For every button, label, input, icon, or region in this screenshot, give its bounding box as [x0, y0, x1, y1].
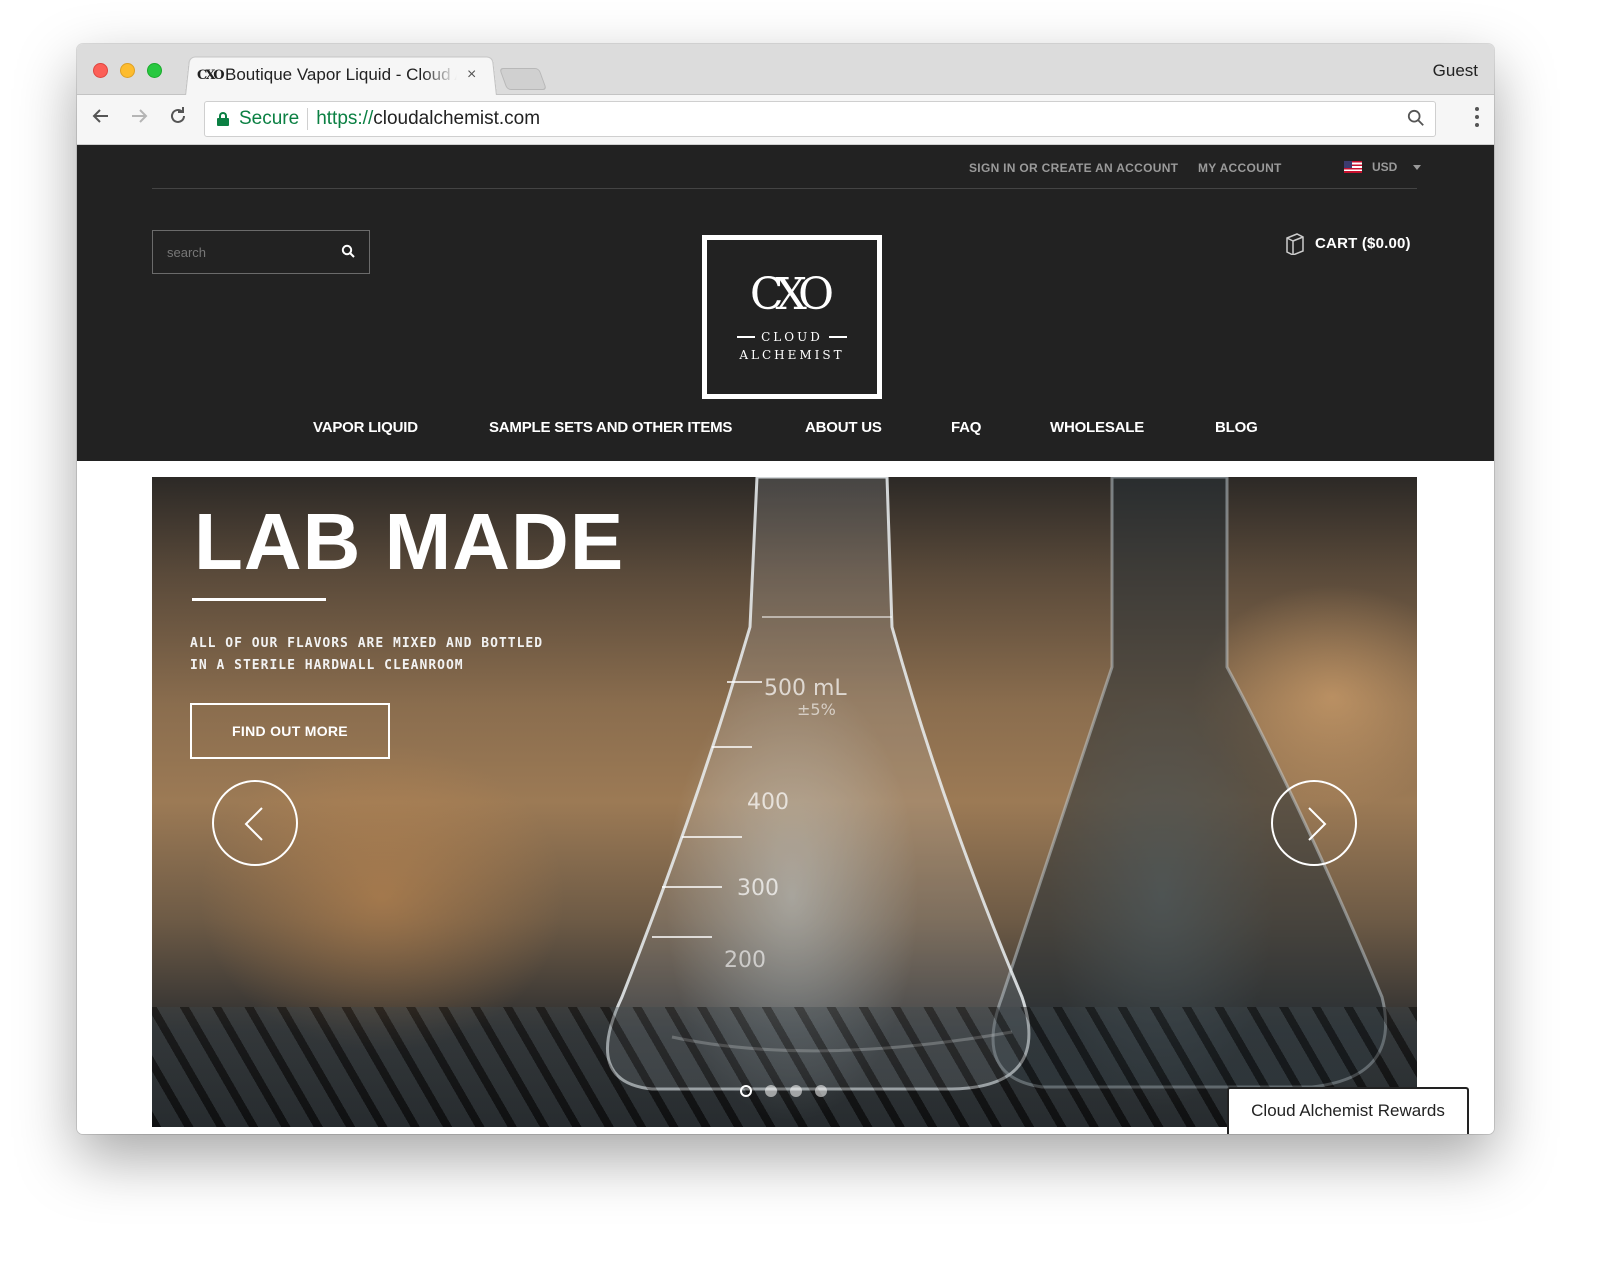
lock-icon — [217, 112, 229, 126]
browser-toolbar: Secure https:// cloudalchemist.com — [77, 95, 1494, 145]
chevron-right-icon — [1308, 807, 1327, 841]
nav-item-wholesale[interactable]: WHOLESALE — [1050, 419, 1144, 436]
hero-subtitle-line-2: IN A STERILE HARDWALL CLEANROOM — [190, 658, 464, 673]
site-logo[interactable]: CXO CLOUD ALCHEMIST — [702, 235, 882, 399]
nav-item-sample-sets[interactable]: SAMPLE SETS AND OTHER ITEMS — [489, 419, 732, 436]
flask-mark-tolerance: ±5% — [797, 700, 836, 719]
reload-icon — [171, 107, 185, 123]
website: SIGN IN OR CREATE AN ACCOUNT MY ACCOUNT … — [77, 145, 1494, 1134]
forward-arrow-icon — [132, 109, 148, 123]
logo-text-cloud: CLOUD — [761, 330, 823, 344]
url-host: cloudalchemist.com — [373, 108, 541, 129]
close-window-button[interactable] — [93, 63, 108, 78]
profile-guest[interactable]: Guest — [1433, 61, 1478, 81]
my-account-link[interactable]: MY ACCOUNT — [1198, 161, 1282, 175]
url-scheme: https:// — [316, 108, 374, 129]
slider-dot-2[interactable] — [765, 1085, 777, 1097]
hero-title: LAB MADE — [194, 497, 625, 586]
chevron-down-icon — [1413, 164, 1422, 170]
main-nav: VAPOR LIQUID SAMPLE SETS AND OTHER ITEMS… — [77, 419, 1494, 443]
slider-dots — [740, 1085, 840, 1097]
logo-text-alchemist: ALCHEMIST — [739, 348, 845, 362]
browser-menu-icon[interactable] — [1474, 107, 1480, 131]
slider-dot-4[interactable] — [815, 1085, 827, 1097]
rewards-widget-button[interactable]: Cloud Alchemist Rewards — [1227, 1087, 1469, 1134]
flask-mark-300: 300 — [737, 876, 779, 901]
zoom-icon[interactable] — [1407, 109, 1425, 127]
tab-strip: CXO Boutique Vapor Liquid - Cloud Alchem… — [77, 44, 1494, 96]
hero-subtitle: ALL OF OUR FLAVORS ARE MIXED AND BOTTLED… — [190, 633, 543, 677]
us-flag-icon — [1344, 161, 1362, 173]
shopping-bag-icon — [1286, 233, 1304, 255]
flask-mark-500ml: 500 mL — [764, 676, 847, 701]
nav-item-about-us[interactable]: ABOUT US — [805, 419, 882, 436]
address-bar[interactable]: Secure https:// cloudalchemist.com — [204, 101, 1436, 137]
site-favicon-icon: CXO — [197, 67, 225, 83]
secure-label: Secure — [239, 108, 300, 129]
maximize-window-button[interactable] — [147, 63, 162, 78]
address-separator — [307, 108, 309, 130]
forward-button[interactable] — [125, 106, 153, 132]
currency-label: USD — [1372, 160, 1398, 174]
hero-subtitle-line-1: ALL OF OUR FLAVORS ARE MIXED AND BOTTLED — [190, 636, 544, 651]
logo-mark: CXO — [749, 269, 834, 320]
cart-label: CART ($0.00) — [1315, 234, 1411, 252]
slider-dot-3[interactable] — [790, 1085, 802, 1097]
reload-button[interactable] — [164, 106, 192, 132]
slider-prev-button[interactable] — [212, 780, 298, 866]
tab-close-icon[interactable]: × — [467, 66, 476, 84]
signin-link[interactable]: SIGN IN OR CREATE AN ACCOUNT — [969, 161, 1178, 175]
currency-selector[interactable]: USD — [1344, 160, 1422, 174]
find-out-more-button[interactable]: FIND OUT MORE — [190, 703, 390, 759]
search-icon[interactable] — [341, 244, 355, 258]
search-box — [152, 230, 370, 274]
tab-title: Boutique Vapor Liquid - Cloud Alchemist — [225, 65, 457, 84]
nav-item-blog[interactable]: BLOG — [1215, 419, 1258, 436]
nav-item-vapor-liquid[interactable]: VAPOR LIQUID — [313, 419, 418, 436]
browser-window: CXO Boutique Vapor Liquid - Cloud Alchem… — [77, 44, 1494, 1134]
slider-dot-1[interactable] — [740, 1085, 752, 1097]
slider-next-button[interactable] — [1271, 780, 1357, 866]
back-arrow-icon — [92, 109, 108, 123]
top-bar: SIGN IN OR CREATE AN ACCOUNT MY ACCOUNT … — [152, 145, 1422, 189]
hero-divider — [192, 598, 326, 601]
browser-tab-content[interactable]: CXO Boutique Vapor Liquid - Cloud Alchem… — [197, 62, 487, 88]
flask-mark-400: 400 — [747, 790, 789, 815]
minimize-window-button[interactable] — [120, 63, 135, 78]
flask-mark-200: 200 — [724, 948, 766, 973]
cart-link[interactable]: CART ($0.00) — [1285, 231, 1411, 255]
search-input[interactable] — [153, 231, 333, 273]
site-header: SIGN IN OR CREATE AN ACCOUNT MY ACCOUNT … — [77, 145, 1494, 461]
chevron-left-icon — [244, 807, 263, 841]
hero-slider: 500 mL ±5% 400 300 200 LAB MADE ALL OF O… — [152, 477, 1417, 1127]
nav-item-faq[interactable]: FAQ — [951, 419, 981, 436]
new-tab-button[interactable] — [498, 68, 548, 90]
back-button[interactable] — [87, 106, 115, 132]
